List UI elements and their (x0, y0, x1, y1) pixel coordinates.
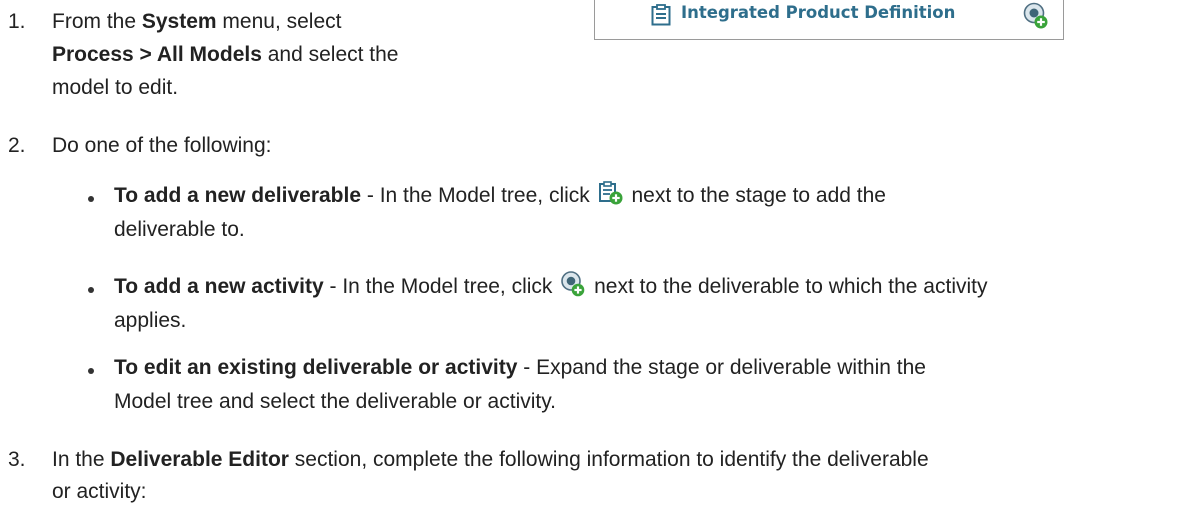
step-number: 2. (8, 134, 26, 157)
step-text-line: or activity: (52, 480, 147, 503)
bullet-dot (88, 196, 94, 202)
bullet-text-line: To edit an existing deliverable or activ… (114, 356, 926, 379)
bullet-text-line: To add a new deliverable - In the Model … (114, 180, 886, 212)
clipboard-icon (651, 4, 671, 26)
step-text-line: Process > All Models and select the (52, 43, 399, 66)
bullet-text-line: To add a new activity - In the Model tre… (114, 271, 987, 303)
bullet-text-line: applies. (114, 309, 187, 332)
bullet-dot (88, 368, 94, 374)
step-number: 1. (8, 10, 26, 33)
add-activity-icon (561, 271, 585, 297)
bullet-text-line: deliverable to. (114, 218, 245, 241)
model-tree-panel: Integrated Product Definition (594, 0, 1064, 40)
add-activity-icon[interactable] (1023, 2, 1049, 30)
bullet-dot (88, 287, 94, 293)
bullet-text-line: Model tree and select the deliverable or… (114, 390, 557, 413)
step-text-line: From the System menu, select (52, 10, 342, 33)
add-deliverable-icon (598, 181, 623, 205)
step-text-line: model to edit. (52, 76, 179, 99)
tree-item-label[interactable]: Integrated Product Definition (681, 3, 955, 22)
step-text-line: In the Deliverable Editor section, compl… (52, 448, 929, 471)
step-text-line: Do one of the following: (52, 134, 272, 157)
step-number: 3. (8, 448, 26, 471)
